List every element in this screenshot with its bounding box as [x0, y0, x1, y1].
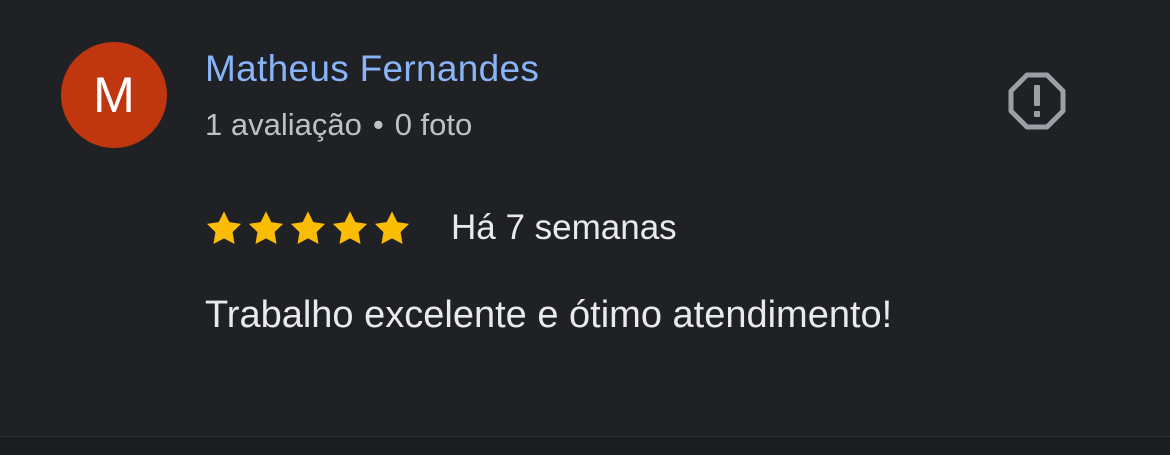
photos-count: 0 foto: [394, 107, 473, 142]
bottom-divider: [0, 436, 1170, 455]
rating-row: Há 7 semanas: [205, 205, 677, 251]
review-card: M Matheus Fernandes 1 avaliação • 0 foto…: [0, 0, 1170, 436]
star-rating: [205, 209, 411, 247]
star-icon: [205, 209, 243, 247]
author-name[interactable]: Matheus Fernandes: [205, 48, 539, 90]
meta-separator: •: [372, 107, 384, 142]
avatar-initial: M: [93, 67, 135, 123]
avatar[interactable]: M: [61, 42, 167, 148]
star-icon: [247, 209, 285, 247]
star-icon: [331, 209, 369, 247]
author-meta: 1 avaliação • 0 foto: [205, 106, 472, 144]
report-button[interactable]: [1006, 72, 1068, 134]
review-text: Trabalho excelente e ótimo atendimento!: [205, 294, 893, 336]
report-icon: [1008, 72, 1066, 135]
reviews-count: 1 avaliação: [205, 107, 362, 142]
star-icon: [373, 209, 411, 247]
review-date: Há 7 semanas: [451, 208, 677, 247]
star-icon: [289, 209, 327, 247]
